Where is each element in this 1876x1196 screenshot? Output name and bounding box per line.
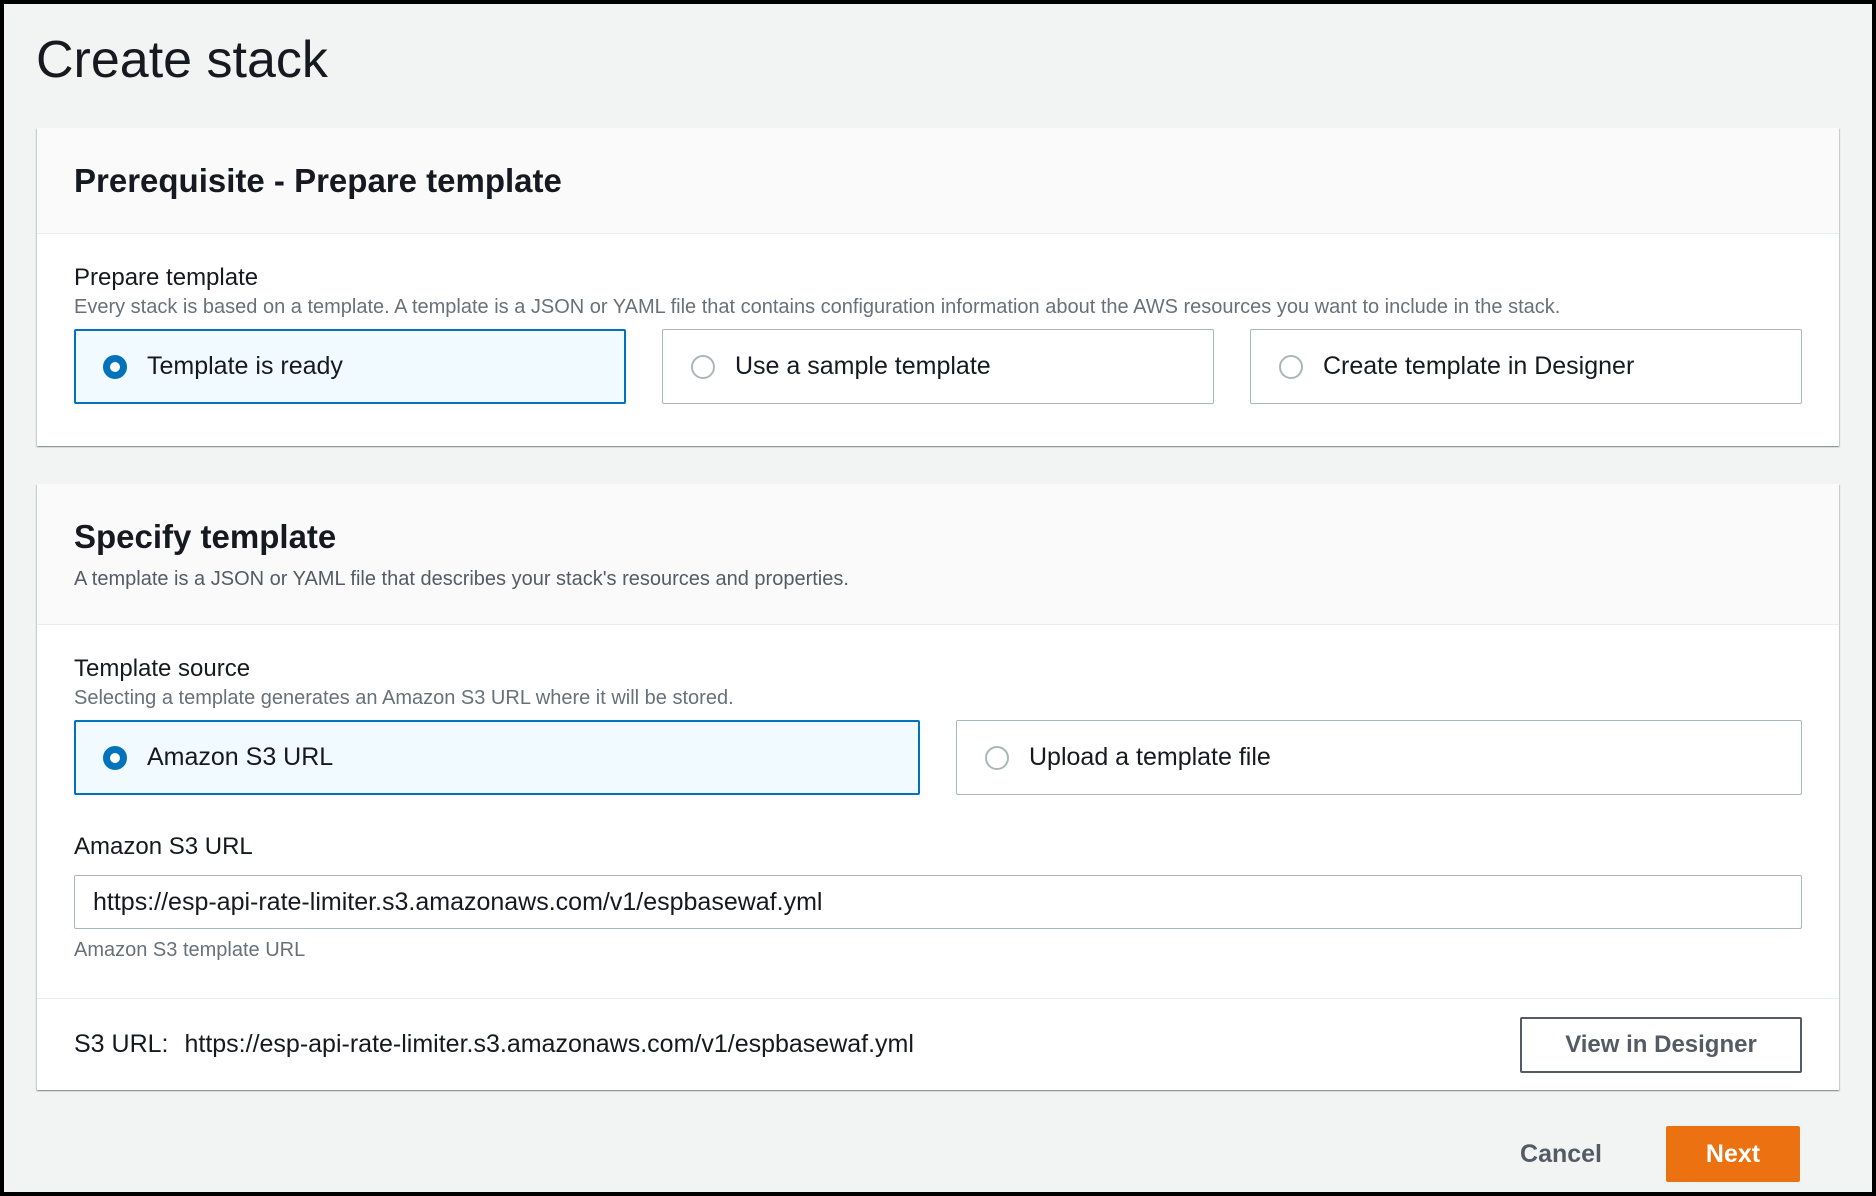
radio-unselected-icon[interactable]: [1279, 354, 1303, 379]
specify-template-description: A template is a JSON or YAML file that d…: [74, 568, 849, 590]
page-title: Create stack: [36, 31, 328, 89]
amazon-s3-url-input[interactable]: [74, 875, 1802, 929]
next-button[interactable]: Next: [1666, 1126, 1800, 1182]
s3-url-summary-row: S3 URL: https://esp-api-rate-limiter.s3.a…: [37, 998, 1839, 1090]
specify-template-title: Specify template: [74, 518, 337, 555]
amazon-s3-url-constraint: Amazon S3 template URL: [74, 939, 306, 961]
template-source-label: Template source: [74, 655, 251, 682]
radio-unselected-icon[interactable]: [691, 354, 715, 379]
prerequisite-header: Prerequisite - Prepare template: [37, 128, 1839, 234]
view-in-designer-button[interactable]: View in Designer: [1520, 1016, 1802, 1073]
cancel-button[interactable]: Cancel: [1496, 1126, 1626, 1182]
option-label: Upload a template file: [1029, 743, 1271, 771]
prerequisite-panel: Prerequisite - Prepare template Prepare …: [37, 128, 1839, 446]
prepare-template-options: Template is ready Use a sample template …: [74, 329, 1802, 404]
radio-selected-icon[interactable]: [103, 745, 127, 770]
option-label: Amazon S3 URL: [147, 743, 334, 771]
option-upload-template-file[interactable]: Upload a template file: [956, 720, 1802, 795]
option-label: Use a sample template: [735, 352, 991, 380]
page-frame: Create stack Prerequisite - Prepare temp…: [0, 0, 1876, 1196]
specify-template-panel: Specify template A template is a JSON or…: [37, 484, 1839, 1090]
radio-unselected-icon[interactable]: [985, 745, 1009, 770]
prepare-template-description: Every stack is based on a template. A te…: [74, 296, 1561, 318]
template-source-options: Amazon S3 URL Upload a template file: [74, 720, 1802, 795]
amazon-s3-url-label: Amazon S3 URL: [74, 833, 253, 860]
wizard-actions: Cancel Next: [1496, 1126, 1800, 1182]
s3-url-prefix: S3 URL:: [74, 1030, 169, 1058]
template-source-description: Selecting a template generates an Amazon…: [74, 687, 734, 709]
option-label: Template is ready: [147, 352, 343, 380]
option-designer-template[interactable]: Create template in Designer: [1250, 329, 1802, 404]
option-amazon-s3-url[interactable]: Amazon S3 URL: [74, 720, 920, 795]
template-source-field: Template source Selecting a template gen…: [37, 625, 1839, 962]
prepare-template-label: Prepare template: [74, 264, 259, 291]
option-template-ready[interactable]: Template is ready: [74, 329, 626, 404]
s3-url-summary: S3 URL: https://esp-api-rate-limiter.s3.a…: [74, 1030, 914, 1059]
specify-template-header: Specify template A template is a JSON or…: [37, 484, 1839, 625]
option-sample-template[interactable]: Use a sample template: [662, 329, 1214, 404]
prerequisite-title: Prerequisite - Prepare template: [74, 161, 562, 199]
option-label: Create template in Designer: [1323, 352, 1635, 380]
prepare-template-field: Prepare template Every stack is based on…: [37, 234, 1839, 404]
s3-url-value: https://esp-api-rate-limiter.s3.amazonaw…: [184, 1030, 914, 1058]
radio-selected-icon[interactable]: [103, 354, 127, 379]
